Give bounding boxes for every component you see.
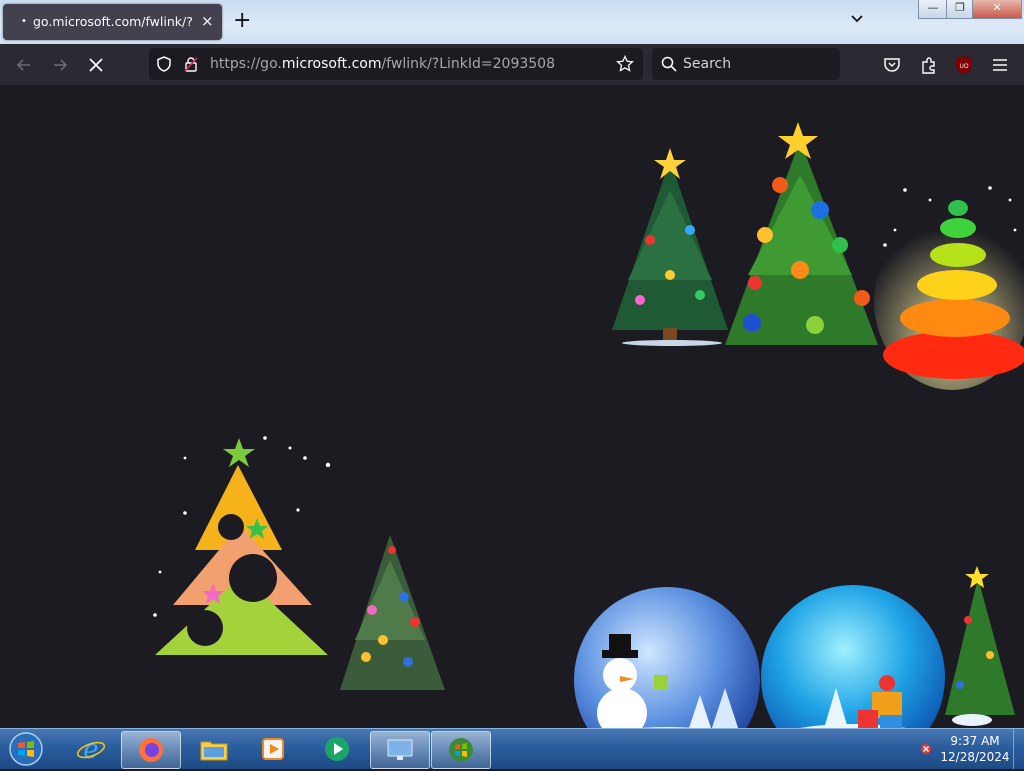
minimize-button[interactable]: — xyxy=(918,0,948,19)
media-player-icon xyxy=(262,738,284,760)
christmas-tree-small-icon xyxy=(612,148,728,346)
taskbar-remote-desktop[interactable] xyxy=(370,731,430,769)
chevron-down-icon[interactable] xyxy=(849,10,865,26)
tab-title: go.microsoft.com/fwlink/?LinkI xyxy=(33,14,193,29)
christmas-tree-pine-icon xyxy=(340,535,445,690)
address-bar[interactable]: https://go.microsoft.com/fwlink/?LinkId=… xyxy=(149,48,643,80)
windows-taskbar: e 9:37 AM 12/28/2024 xyxy=(0,728,1024,769)
taskbar-firefox[interactable] xyxy=(121,731,181,769)
show-desktop-button[interactable] xyxy=(1013,729,1024,769)
taskbar-windows-live[interactable] xyxy=(431,731,491,769)
windows-start-orb-icon xyxy=(9,732,43,766)
extensions-puzzle-icon[interactable] xyxy=(919,55,939,75)
taskbar-media-center[interactable] xyxy=(308,731,366,767)
internet-explorer-icon: e xyxy=(76,735,106,763)
search-box[interactable]: Search xyxy=(652,48,840,80)
tab-active[interactable]: • go.microsoft.com/fwlink/?LinkI × xyxy=(3,4,222,40)
navigation-toolbar: https://go.microsoft.com/fwlink/?LinkId=… xyxy=(0,44,1024,85)
search-placeholder: Search xyxy=(683,56,732,72)
svg-text:e: e xyxy=(83,735,98,763)
spiral-tree-icon xyxy=(874,200,1024,390)
windows-logo-icon xyxy=(449,738,473,762)
back-arrow-icon[interactable] xyxy=(14,55,34,75)
insecure-lock-icon[interactable] xyxy=(182,55,200,73)
system-clock[interactable]: 9:37 AM 12/28/2024 xyxy=(930,733,1020,765)
stop-loading-icon[interactable] xyxy=(86,55,106,75)
bookmark-star-icon[interactable] xyxy=(616,55,634,73)
new-tab-button[interactable]: + xyxy=(233,8,251,34)
christmas-decorations xyxy=(153,122,1024,728)
url-text: https://go.microsoft.com/fwlink/?LinkId=… xyxy=(210,56,555,72)
folder-icon xyxy=(200,741,228,761)
tab-strip: • go.microsoft.com/fwlink/?LinkI × + — ❐… xyxy=(0,0,1024,44)
search-icon xyxy=(661,56,677,72)
christmas-tree-corner-icon xyxy=(945,566,1015,726)
ublock-origin-icon[interactable]: UO xyxy=(954,55,974,75)
start-button[interactable] xyxy=(6,731,46,767)
christmas-tree-large-icon xyxy=(725,122,878,345)
taskbar-windows-explorer[interactable] xyxy=(185,731,243,767)
page-content xyxy=(0,85,1024,728)
tab-loading-indicator: • xyxy=(21,16,27,27)
forward-arrow-icon[interactable] xyxy=(50,55,70,75)
shield-icon[interactable] xyxy=(155,55,173,73)
svg-text:UO: UO xyxy=(960,64,969,70)
paper-triangle-tree-icon xyxy=(155,438,328,655)
snow-globe-gifts-icon xyxy=(761,585,945,728)
taskbar-internet-explorer[interactable]: e xyxy=(62,731,120,767)
close-window-button[interactable]: ✕ xyxy=(972,0,1022,19)
media-center-icon xyxy=(325,737,349,761)
hamburger-menu-icon[interactable] xyxy=(990,55,1010,75)
tab-close-icon[interactable]: × xyxy=(201,12,214,30)
firefox-icon xyxy=(139,738,163,762)
monitor-icon xyxy=(387,739,413,760)
restore-button[interactable]: ❐ xyxy=(946,0,974,19)
clock-time: 9:37 AM xyxy=(950,734,1000,748)
clock-date: 12/28/2024 xyxy=(940,750,1010,764)
pocket-icon[interactable] xyxy=(882,55,902,75)
taskbar-media-player[interactable] xyxy=(244,731,302,767)
snow-globe-snowman-icon xyxy=(574,587,760,728)
